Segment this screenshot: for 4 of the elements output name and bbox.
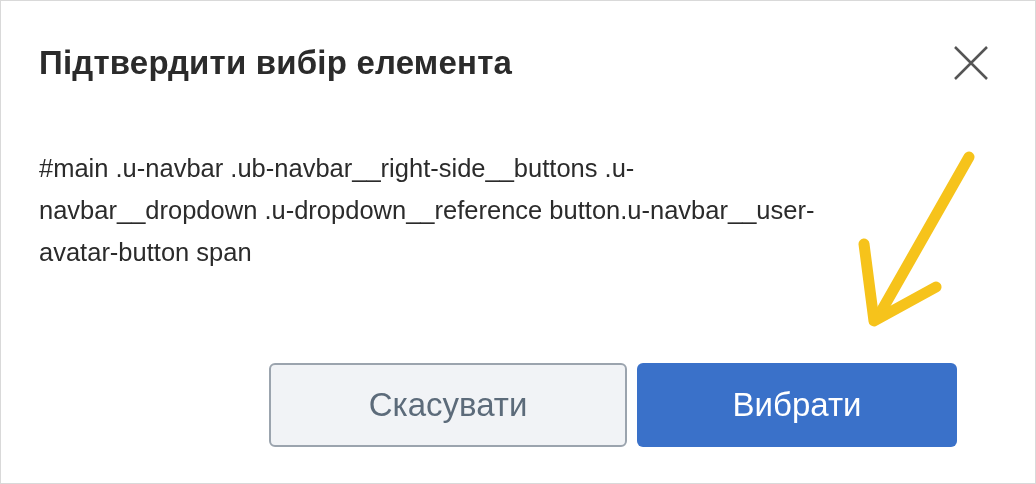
select-button[interactable]: Вибрати [637, 363, 957, 447]
selector-text: #main .u-navbar .ub-navbar__right-side__buttons .u-navbar__dropdown .u-dropdown__reference button.u-navbar__user-avatar-button span [39, 153, 816, 268]
cancel-button[interactable]: Скасувати [269, 363, 627, 447]
dialog-title: Підтвердити вибір елемента [39, 44, 513, 82]
